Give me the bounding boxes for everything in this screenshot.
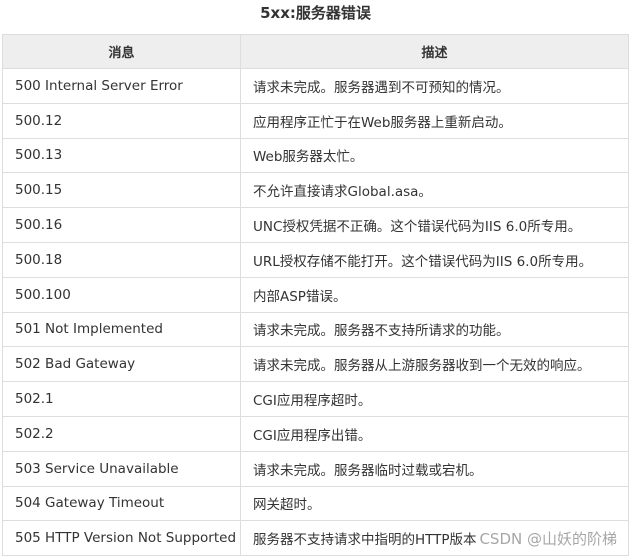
- message-cell: 500 Internal Server Error: [2, 68, 241, 104]
- table-row: 502.1 CGI应用程序超时。: [2, 381, 629, 417]
- description-cell: 请求未完成。服务器不支持所请求的功能。: [240, 311, 629, 348]
- description-cell: 请求未完成。服务器从上游服务器收到一个无效的响应。: [240, 346, 629, 383]
- message-cell: 502 Bad Gateway: [2, 346, 241, 383]
- column-header-message: 消息: [2, 34, 241, 69]
- table-row: 504 Gateway Timeout 网关超时。: [2, 485, 629, 522]
- table-header-row: 消息 描述: [2, 34, 629, 69]
- description-cell: 内部ASP错误。: [240, 276, 629, 313]
- message-cell: 500.100: [2, 276, 241, 313]
- column-header-description: 描述: [240, 34, 629, 69]
- table-row: 501 Not Implemented 请求未完成。服务器不支持所请求的功能。: [2, 311, 629, 348]
- table-row: 500.15 不允许直接请求Global.asa。: [2, 172, 629, 209]
- description-cell: UNC授权凭据不正确。这个错误代码为IIS 6.0所专用。: [240, 207, 629, 243]
- description-cell: 请求未完成。服务器遇到不可预知的情况。: [240, 68, 629, 104]
- table-row: 500.16 UNC授权凭据不正确。这个错误代码为IIS 6.0所专用。: [2, 207, 629, 243]
- description-cell: 不允许直接请求Global.asa。: [240, 172, 629, 209]
- table-row: 503 Service Unavailable 请求未完成。服务器临时过载或宕机…: [2, 450, 629, 487]
- message-cell: 500.15: [2, 172, 241, 209]
- message-cell: 500.13: [2, 137, 241, 174]
- message-cell: 504 Gateway Timeout: [2, 485, 241, 522]
- message-cell: 502.2: [2, 415, 241, 452]
- message-cell: 500.18: [2, 241, 241, 278]
- message-cell: 503 Service Unavailable: [2, 450, 241, 487]
- table-row: 500.12 应用程序正忙于在Web服务器上重新启动。: [2, 102, 629, 139]
- message-cell: 502.1: [2, 381, 241, 417]
- description-cell: 服务器不支持请求中指明的HTTP版本: [240, 520, 629, 557]
- page-title: 5xx:服务器错误: [260, 4, 371, 22]
- message-cell: 505 HTTP Version Not Supported: [2, 520, 241, 557]
- description-cell: CGI应用程序超时。: [240, 381, 629, 417]
- message-cell: 500.16: [2, 207, 241, 243]
- table-row: 502.2 CGI应用程序出错。: [2, 415, 629, 452]
- description-cell: 网关超时。: [240, 485, 629, 522]
- description-cell: CGI应用程序出错。: [240, 415, 629, 452]
- message-cell: 500.12: [2, 102, 241, 139]
- table-row: 505 HTTP Version Not Supported 服务器不支持请求中…: [2, 520, 629, 557]
- table-row: 500.13 Web服务器太忙。: [2, 137, 629, 174]
- description-cell: 请求未完成。服务器临时过载或宕机。: [240, 450, 629, 487]
- table-row: 500 Internal Server Error 请求未完成。服务器遇到不可预…: [2, 68, 629, 104]
- description-cell: 应用程序正忙于在Web服务器上重新启动。: [240, 102, 629, 139]
- status-code-table: 消息 描述 500 Internal Server Error 请求未完成。服务…: [2, 34, 629, 557]
- description-cell: URL授权存储不能打开。这个错误代码为IIS 6.0所专用。: [240, 241, 629, 278]
- description-cell: Web服务器太忙。: [240, 137, 629, 174]
- table-row: 500.18 URL授权存储不能打开。这个错误代码为IIS 6.0所专用。: [2, 241, 629, 278]
- table-row: 502 Bad Gateway 请求未完成。服务器从上游服务器收到一个无效的响应…: [2, 346, 629, 383]
- table-row: 500.100 内部ASP错误。: [2, 276, 629, 313]
- message-cell: 501 Not Implemented: [2, 311, 241, 348]
